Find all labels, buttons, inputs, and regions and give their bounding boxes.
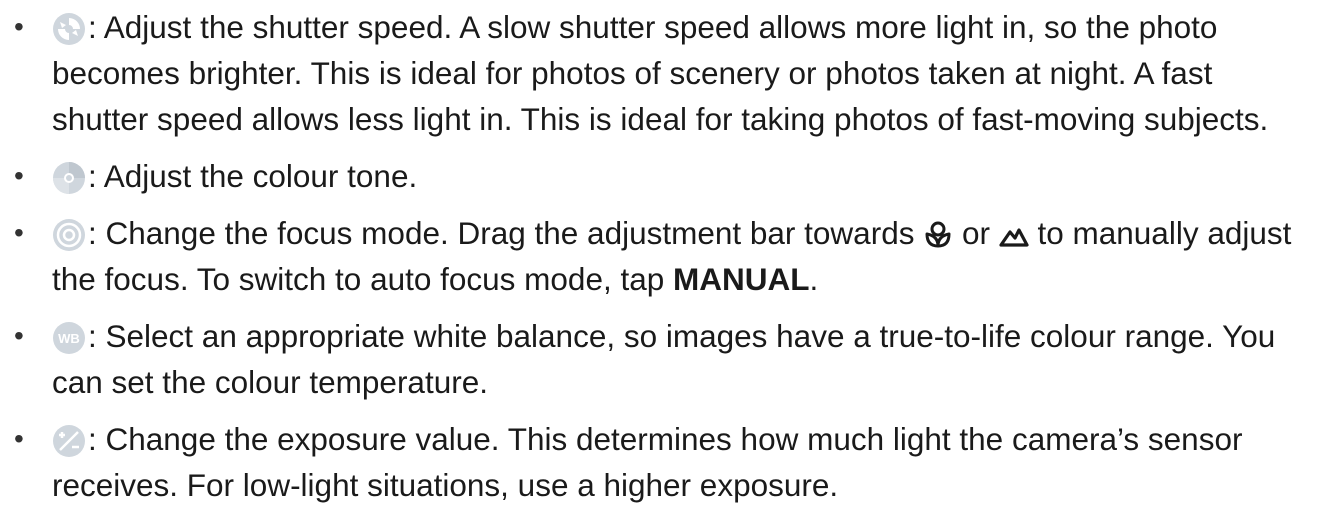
- focus-mode-icon: [52, 218, 86, 252]
- item-text: : Adjust the colour tone.: [88, 158, 418, 194]
- macro-flower-icon: [923, 220, 953, 250]
- shutter-speed-icon: [52, 12, 86, 46]
- colour-tone-icon: [52, 161, 86, 195]
- bullet: •: [14, 320, 24, 351]
- item-text: : Change the exposure value. This determ…: [52, 421, 1243, 503]
- bullet: •: [14, 217, 24, 248]
- list-item-focus-mode: • : Change the focus mode. Drag the adju…: [0, 210, 1302, 302]
- item-text-before: : Change the focus mode. Drag the adjust…: [88, 215, 924, 251]
- manual-label: MANUAL: [673, 261, 810, 297]
- bullet: •: [14, 160, 24, 191]
- bullet: •: [14, 423, 24, 454]
- landscape-mountain-icon: [999, 220, 1029, 250]
- item-text: : Select an appropriate white balance, s…: [52, 318, 1276, 400]
- list-item-shutter-speed: • : Adjust the shutter speed. A slow shu…: [0, 4, 1302, 142]
- exposure-value-icon: [52, 424, 86, 458]
- item-text: : Adjust the shutter speed. A slow shutt…: [52, 9, 1269, 137]
- item-text-or: or: [953, 215, 999, 251]
- list-item-white-balance: • WB : Select an appropriate white balan…: [0, 313, 1302, 405]
- white-balance-icon-label: WB: [58, 331, 80, 346]
- feature-list: • : Adjust the shutter speed. A slow shu…: [0, 0, 1325, 508]
- bullet: •: [14, 11, 24, 42]
- list-item-colour-tone: • : Adjust the colour tone.: [0, 153, 1302, 199]
- list-item-exposure-value: • : Change the exposure value. This dete…: [0, 416, 1302, 508]
- white-balance-icon: WB: [52, 321, 86, 355]
- item-text-end: .: [809, 261, 819, 297]
